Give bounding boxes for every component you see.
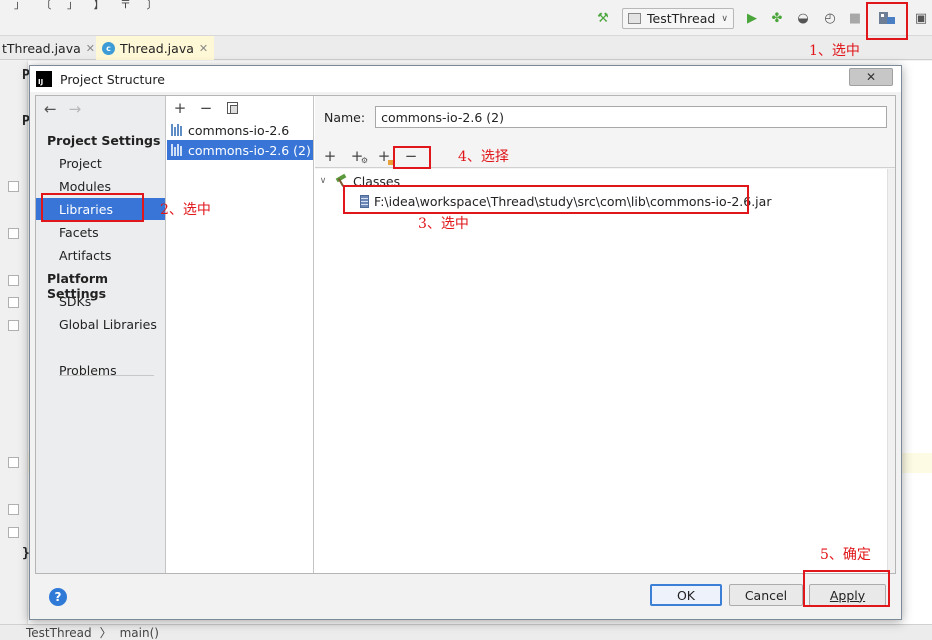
annotation-step3: 3、选中	[418, 216, 469, 232]
jar-icon	[360, 194, 369, 208]
fold-marker-icon[interactable]	[8, 297, 19, 308]
tab-testthread[interactable]: tThread.java ✕	[0, 36, 101, 60]
run-icon[interactable]: ▶	[743, 9, 761, 27]
back-arrow-icon[interactable]: ←	[44, 100, 57, 118]
nav-item-facets[interactable]: Facets	[36, 221, 165, 243]
breadcrumb-class[interactable]: TestThread	[26, 626, 92, 640]
build-hammer-icon[interactable]: ⚒	[594, 9, 612, 27]
annotation-step2: 2、选中	[160, 202, 211, 218]
annotation-step5: 5、确定	[820, 547, 871, 563]
fold-marker-icon[interactable]	[8, 275, 19, 286]
run-config-icon	[628, 13, 641, 24]
terminal-icon[interactable]: ▣	[912, 9, 930, 27]
remove-icon[interactable]: −	[198, 99, 214, 117]
nav-item-artifacts[interactable]: Artifacts	[36, 244, 165, 266]
classes-tree: ∨ Classes F:\idea\workspace\Thread\study…	[315, 169, 895, 573]
fold-marker-icon[interactable]	[8, 320, 19, 331]
run-config-select[interactable]: TestThread ∨	[622, 8, 734, 29]
nav-item-modules[interactable]: Modules	[36, 175, 165, 197]
nav-item-project[interactable]: Project	[36, 152, 165, 174]
libraries-toolbar: + −	[172, 97, 240, 119]
fold-marker-icon[interactable]	[8, 228, 19, 239]
annotation-step1: 1、选中	[809, 43, 860, 59]
tree-node-label: Classes	[353, 173, 401, 189]
dialog-titlebar[interactable]: IJ Project Structure ✕	[30, 66, 901, 92]
debug-icon[interactable]: ✤	[768, 9, 786, 27]
libraries-list-panel: + − commons-io-2.6 commons-io-2.6 (2)	[167, 96, 314, 573]
tree-node-classes[interactable]: ∨ Classes	[317, 171, 400, 191]
tab-label: Thread.java	[120, 40, 194, 56]
stop-icon[interactable]: ■	[846, 9, 864, 27]
editor-tabs: tThread.java ✕ c Thread.java ✕	[0, 36, 932, 60]
apply-label: Apply	[829, 587, 866, 603]
add-icon[interactable]: +	[321, 147, 339, 165]
breadcrumb-separator: 〉	[99, 626, 112, 640]
fold-marker-icon[interactable]	[8, 504, 19, 515]
add-gear-icon[interactable]: + ⚙	[348, 147, 368, 165]
copy-icon[interactable]	[224, 100, 240, 116]
help-button[interactable]: ?	[49, 588, 67, 606]
chevron-down-icon: ∨	[721, 13, 728, 24]
ok-button[interactable]: OK	[650, 584, 722, 606]
profile-icon[interactable]: ◴	[821, 9, 839, 27]
remove-icon[interactable]: −	[402, 147, 420, 165]
nav-item-problems[interactable]: Problems	[36, 359, 165, 381]
nav-arrows: ← →	[44, 100, 81, 118]
coverage-icon[interactable]: ◒	[794, 9, 812, 27]
breadcrumb: TestThread 〉 main()	[0, 624, 932, 640]
close-icon[interactable]: ✕	[199, 42, 208, 55]
class-icon: c	[102, 41, 115, 55]
nav-section-project-settings: Project Settings	[47, 133, 161, 148]
fold-marker-icon[interactable]	[8, 527, 19, 538]
library-item-selected[interactable]: commons-io-2.6 (2)	[167, 140, 313, 160]
dialog-title: Project Structure	[60, 71, 165, 87]
close-button[interactable]: ✕	[849, 68, 893, 86]
library-icon	[171, 124, 184, 136]
forward-arrow-icon[interactable]: →	[69, 100, 82, 118]
nav-item-global-libraries[interactable]: Global Libraries	[36, 313, 165, 335]
library-icon	[171, 144, 184, 156]
vertical-scrollbar[interactable]	[887, 169, 895, 573]
name-label: Name:	[324, 109, 366, 125]
intellij-logo-icon: IJ	[36, 71, 52, 87]
name-row: Name:	[324, 106, 888, 128]
settings-nav: ← → Project Settings Project Modules Lib…	[36, 96, 166, 573]
project-structure-icon[interactable]	[878, 9, 896, 27]
tree-node-jar[interactable]: F:\idea\workspace\Thread\study\src\com\l…	[360, 191, 771, 211]
library-name-input[interactable]	[375, 106, 888, 128]
cancel-button[interactable]: Cancel	[729, 584, 803, 606]
ide-toolbar: 」 〔 」 】 〒 〕 ⚒ TestThread ∨ ▶ ✤ ◒ ◴ ■ ▣	[0, 0, 932, 36]
library-label: commons-io-2.6	[188, 122, 290, 138]
library-label: commons-io-2.6 (2)	[188, 142, 311, 158]
fold-marker-icon[interactable]	[8, 181, 19, 192]
apply-button[interactable]: Apply	[809, 584, 886, 606]
dialog-body: ← → Project Settings Project Modules Lib…	[35, 95, 896, 574]
jar-path-label: F:\idea\workspace\Thread\study\src\com\l…	[374, 193, 772, 209]
close-icon[interactable]: ✕	[86, 42, 95, 55]
tab-thread[interactable]: c Thread.java ✕	[96, 36, 215, 60]
nav-item-libraries[interactable]: Libraries	[36, 198, 165, 220]
chevron-down-icon[interactable]: ∨	[317, 176, 329, 186]
breadcrumb-method[interactable]: main()	[120, 626, 159, 640]
add-icon[interactable]: +	[172, 99, 188, 117]
tab-label: tThread.java	[2, 40, 81, 56]
add-folder-icon[interactable]: +	[375, 147, 395, 165]
fold-marker-icon[interactable]	[8, 457, 19, 468]
run-config-label: TestThread	[647, 11, 716, 26]
classes-toolbar: + + ⚙ + −	[315, 144, 895, 168]
annotation-step4: 4、选择	[458, 149, 509, 165]
library-item[interactable]: commons-io-2.6	[167, 120, 313, 140]
toolbar-glyphs: 」 〔 」 】 〒 〕	[14, 0, 164, 11]
library-detail-panel: Name: + +⚙ + − ∨ Classes F:\idea\workspa…	[315, 96, 895, 573]
nav-item-sdks[interactable]: SDKs	[36, 290, 165, 312]
editor-gutter	[0, 61, 28, 624]
classes-hammer-icon	[334, 174, 348, 188]
